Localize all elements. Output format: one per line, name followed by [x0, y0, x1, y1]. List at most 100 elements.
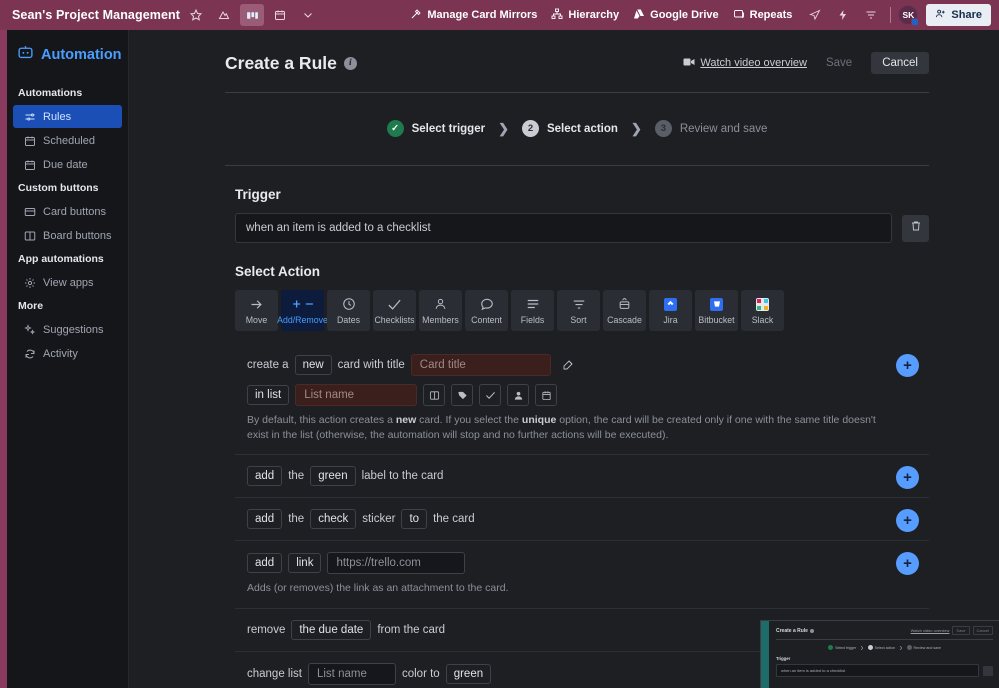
calendar-icon[interactable]: [268, 4, 292, 26]
add-remove-select[interactable]: add: [247, 509, 283, 530]
sliders-icon: [23, 110, 36, 123]
sparkle-icon: [23, 323, 36, 336]
chevron-right-icon: ❯: [498, 120, 509, 136]
avatar[interactable]: SK: [898, 5, 920, 26]
powerup-manage-card-mirrors[interactable]: Manage Card Mirrors: [403, 5, 544, 26]
sidebar-item-card-buttons[interactable]: Card buttons: [13, 200, 122, 223]
add-action-button[interactable]: +: [896, 466, 919, 490]
list-name-input[interactable]: List name: [295, 384, 418, 406]
tab-content[interactable]: Content: [465, 290, 508, 331]
action-text: change list: [247, 667, 302, 680]
preview-info-icon: [809, 628, 814, 633]
filter-icon[interactable]: [859, 4, 883, 26]
sidebar-group-automations: Automations: [18, 87, 83, 99]
trash-icon: [910, 219, 922, 237]
tab-members[interactable]: Members: [419, 290, 462, 331]
cascade-icon: [618, 296, 631, 312]
action-text: the: [288, 513, 305, 526]
board-title[interactable]: Sean's Project Management: [12, 8, 180, 22]
lightning-icon[interactable]: [831, 4, 855, 26]
preview-save-button: Save: [952, 626, 970, 635]
link-url-input[interactable]: https://trello.com: [327, 552, 466, 575]
tab-move[interactable]: Move: [235, 290, 278, 331]
card-title-input[interactable]: Card title: [410, 354, 551, 376]
to-from-select[interactable]: to: [401, 509, 428, 530]
add-action-button[interactable]: +: [896, 354, 919, 377]
tab-bitbucket[interactable]: Bitbucket: [695, 290, 738, 331]
trigger-value[interactable]: when an item is added to a checklist: [235, 213, 892, 243]
sidebar-group-custom-buttons: Custom buttons: [18, 182, 99, 194]
tab-checklists[interactable]: Checklists: [373, 290, 416, 331]
page-title: Create a Rule i: [225, 53, 357, 74]
due-date-select[interactable]: the due date: [291, 619, 372, 640]
checklist-icon[interactable]: [479, 384, 502, 406]
board-visibility-icon[interactable]: [212, 4, 236, 26]
sidebar-item-suggestions[interactable]: Suggestions: [13, 318, 122, 341]
tab-fields[interactable]: Fields: [511, 290, 554, 331]
save-button[interactable]: Save: [815, 52, 863, 74]
info-icon[interactable]: i: [343, 56, 357, 70]
action-line: create a new card with title Card title: [247, 354, 877, 376]
tab-jira[interactable]: Jira: [649, 290, 692, 331]
preview-step: Select action: [867, 645, 895, 650]
list-position-icon[interactable]: [423, 384, 446, 406]
powerup-label: Hierarchy: [568, 9, 620, 21]
list-name-input[interactable]: List name: [307, 662, 396, 685]
action-text: color to: [401, 667, 440, 680]
cancel-button[interactable]: Cancel: [871, 52, 929, 74]
add-action-button[interactable]: +: [896, 509, 919, 533]
add-remove-select[interactable]: add: [247, 466, 283, 487]
link-label[interactable]: link: [288, 553, 322, 574]
header-divider: [890, 7, 892, 23]
sidebar-item-label: View apps: [43, 276, 94, 289]
sidebar-item-activity[interactable]: Activity: [13, 342, 122, 365]
powerup-google-drive[interactable]: Google Drive: [626, 5, 725, 26]
sidebar-item-scheduled[interactable]: Scheduled: [13, 129, 122, 152]
share-person-icon: [935, 8, 946, 22]
lines-icon: [526, 296, 540, 312]
tab-add-remove[interactable]: Add/Remove: [277, 290, 328, 331]
preview-header: Create a Rule Watch video overview Save …: [776, 626, 993, 635]
sidebar-item-board-buttons[interactable]: Board buttons: [13, 224, 122, 247]
person-icon: [434, 296, 447, 312]
label-icon[interactable]: [451, 384, 474, 406]
label-color-select[interactable]: green: [310, 466, 356, 487]
preview-step: Select trigger: [828, 645, 856, 650]
tab-label: Cascade: [607, 315, 642, 325]
board-view-switcher-icon[interactable]: [240, 4, 265, 26]
tab-sort[interactable]: Sort: [557, 290, 600, 331]
trigger-row: when an item is added to a checklist: [235, 213, 929, 243]
action-text: the card: [433, 513, 475, 526]
sticker-select[interactable]: check: [310, 509, 357, 530]
sidebar-item-due-date[interactable]: Due date: [13, 153, 122, 176]
star-icon[interactable]: [184, 4, 208, 26]
edit-icon[interactable]: [557, 354, 579, 376]
chevron-down-icon[interactable]: [296, 4, 320, 26]
due-date-icon[interactable]: [535, 384, 558, 406]
add-remove-select[interactable]: add: [247, 553, 283, 574]
sidebar-item-view-apps[interactable]: View apps: [13, 271, 122, 294]
sidebar-item-rules[interactable]: Rules: [13, 105, 122, 128]
step-select-action[interactable]: 2 Select action: [521, 120, 618, 137]
send-icon[interactable]: [803, 4, 827, 26]
in-list-label[interactable]: in list: [247, 385, 290, 405]
watch-video-overview-link[interactable]: Watch video overview: [683, 57, 807, 70]
preview-divider: [776, 639, 993, 640]
tab-slack[interactable]: Slack: [741, 290, 784, 331]
step-select-trigger[interactable]: ✓ Select trigger: [386, 120, 485, 137]
preview-thumbnail[interactable]: Create a Rule Watch video overview Save …: [760, 620, 999, 688]
powerup-repeats[interactable]: Repeats: [726, 5, 800, 26]
preview-step-label: Review and save: [913, 645, 941, 650]
step-review-and-save[interactable]: 3 Review and save: [654, 120, 767, 137]
powerup-hierarchy[interactable]: Hierarchy: [544, 5, 626, 26]
list-color-select[interactable]: green: [445, 663, 492, 684]
check-icon: [387, 296, 402, 312]
tab-cascade[interactable]: Cascade: [603, 290, 646, 331]
delete-trigger-button[interactable]: [902, 214, 929, 242]
tab-dates[interactable]: Dates: [327, 290, 370, 331]
drive-icon: [633, 8, 645, 23]
new-unique-select[interactable]: new: [294, 355, 332, 375]
add-action-button[interactable]: +: [896, 552, 919, 576]
member-icon[interactable]: [507, 384, 530, 406]
share-button[interactable]: Share: [926, 4, 991, 26]
